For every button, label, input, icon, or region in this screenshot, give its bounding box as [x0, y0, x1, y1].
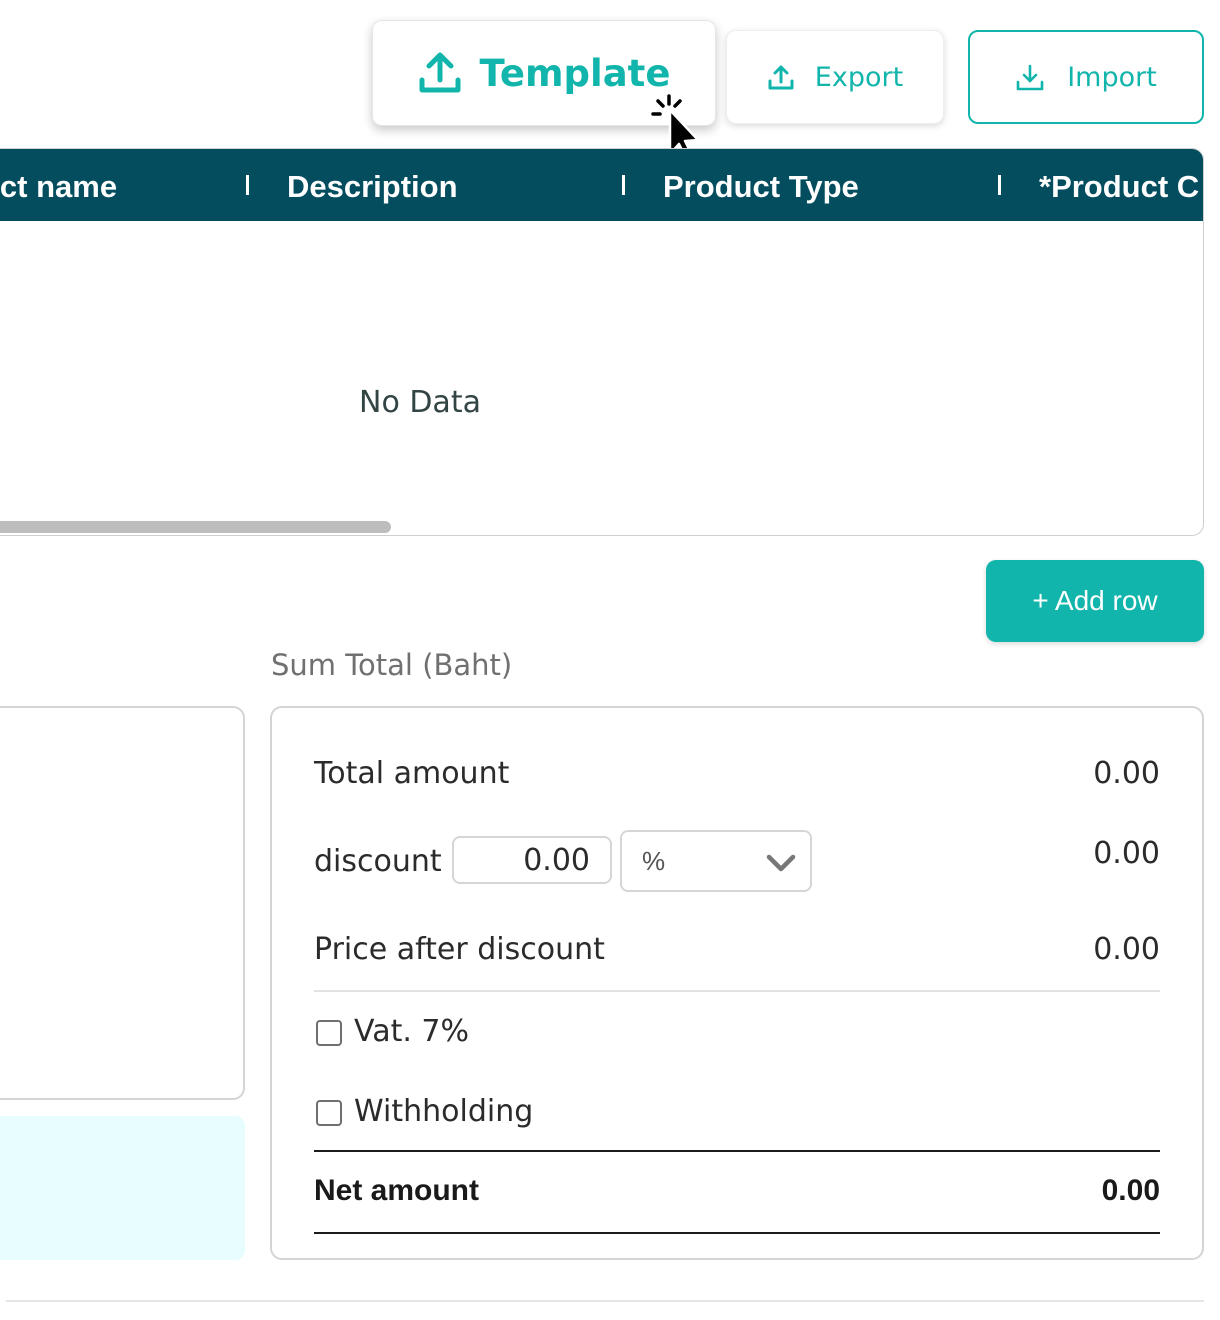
column-resize-handle[interactable]	[622, 175, 625, 195]
column-header-product-name[interactable]: uct name	[0, 149, 117, 221]
upload-icon	[767, 63, 795, 91]
divider	[314, 1150, 1160, 1152]
total-amount-value: 0.00	[1093, 756, 1160, 791]
column-header-product-code[interactable]: *Product C	[1039, 149, 1199, 221]
discount-label: discount	[314, 844, 442, 879]
sum-total-title: Sum Total (Baht)	[271, 648, 513, 682]
divider	[314, 1232, 1160, 1234]
column-resize-handle[interactable]	[998, 175, 1001, 195]
download-icon	[1015, 62, 1045, 92]
horizontal-scrollbar[interactable]	[0, 521, 391, 533]
net-amount-value: 0.00	[1101, 1174, 1160, 1207]
template-label: Template	[479, 51, 671, 95]
export-button[interactable]: Export	[726, 30, 944, 124]
footer-divider	[6, 1300, 1204, 1302]
withholding-label: Withholding	[354, 1094, 534, 1129]
discount-value: 0.00	[1093, 836, 1160, 871]
discount-type-select[interactable]: %	[620, 830, 812, 892]
column-header-description[interactable]: Description	[287, 149, 458, 221]
import-label: Import	[1067, 61, 1157, 93]
vat-checkbox[interactable]	[316, 1020, 342, 1046]
discount-type-selected: %	[642, 845, 666, 876]
add-row-button[interactable]: + Add row	[986, 560, 1204, 642]
chevron-down-icon	[766, 850, 796, 881]
price-after-discount-value: 0.00	[1093, 932, 1160, 967]
discount-input-value: 0.00	[523, 842, 590, 878]
total-amount-label: Total amount	[314, 756, 510, 791]
table-header: uct name Description Product Type *Produ…	[0, 149, 1203, 221]
column-resize-handle[interactable]	[246, 175, 249, 195]
empty-table-message: No Data	[359, 385, 481, 420]
net-amount-label: Net amount	[314, 1174, 479, 1207]
remarks-panel[interactable]	[0, 706, 245, 1100]
divider	[314, 990, 1160, 992]
product-table: uct name Description Product Type *Produ…	[0, 148, 1204, 536]
withholding-checkbox[interactable]	[316, 1100, 342, 1126]
upload-icon	[418, 50, 462, 96]
vat-label: Vat. 7%	[354, 1014, 470, 1049]
note-panel	[0, 1116, 245, 1260]
column-header-product-type[interactable]: Product Type	[663, 149, 859, 221]
import-button[interactable]: Import	[968, 30, 1204, 124]
export-label: Export	[814, 61, 904, 93]
price-after-discount-label: Price after discount	[314, 932, 605, 967]
sum-total-box: Total amount 0.00 discount 0.00 % 0.00 P…	[270, 706, 1204, 1260]
discount-input[interactable]: 0.00	[452, 836, 612, 884]
